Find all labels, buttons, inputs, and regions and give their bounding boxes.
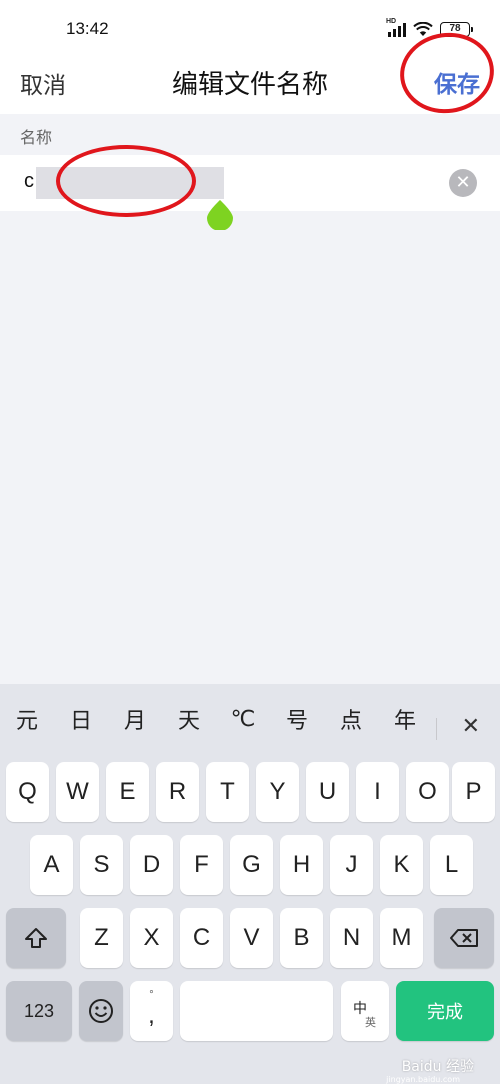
candidate-item[interactable]: 号 (270, 703, 324, 735)
candidate-item[interactable]: 年 (378, 703, 432, 735)
lang-en: 英 (365, 1017, 376, 1029)
key-u[interactable]: U (306, 762, 349, 822)
key-p[interactable]: P (452, 762, 495, 822)
name-input[interactable]: c (24, 170, 34, 193)
done-button[interactable]: 完成 (396, 981, 494, 1041)
candidate-item[interactable]: 元 (0, 703, 54, 735)
emoji-icon (89, 999, 113, 1023)
clear-icon[interactable]: ✕ (449, 169, 477, 197)
signal-icon: HD (386, 18, 406, 37)
key-m[interactable]: M (380, 908, 423, 968)
watermark: Baidu 经验 (401, 1059, 474, 1075)
key-t[interactable]: T (206, 762, 249, 822)
key-x[interactable]: X (130, 908, 173, 968)
key-b[interactable]: B (280, 908, 323, 968)
key-w[interactable]: W (56, 762, 99, 822)
backspace-key[interactable] (434, 908, 494, 968)
key-q[interactable]: Q (6, 762, 49, 822)
key-c[interactable]: C (180, 908, 223, 968)
backspace-icon (450, 929, 478, 947)
shift-icon (25, 928, 47, 948)
candidate-item[interactable]: 月 (108, 703, 162, 735)
key-y[interactable]: Y (256, 762, 299, 822)
key-k[interactable]: K (380, 835, 423, 895)
punctuation-key[interactable]: ° , (130, 981, 173, 1041)
network-type: HD (386, 18, 397, 25)
key-d[interactable]: D (130, 835, 173, 895)
language-switch-key[interactable]: 中 英 (341, 981, 389, 1041)
candidate-item[interactable]: 日 (54, 703, 108, 735)
numbers-key[interactable]: 123 (6, 981, 72, 1041)
close-icon[interactable]: ✕ (462, 714, 480, 739)
candidate-item[interactable]: 天 (162, 703, 216, 735)
candidate-divider (436, 718, 437, 740)
watermark-url: jingyan.baidu.com (386, 1075, 460, 1084)
shift-key[interactable] (6, 908, 66, 968)
key-o[interactable]: O (406, 762, 449, 822)
key-j[interactable]: J (330, 835, 373, 895)
emoji-key[interactable] (79, 981, 123, 1041)
punctuation-alt: ° (149, 989, 154, 1001)
key-r[interactable]: R (156, 762, 199, 822)
status-time: 13:42 (66, 19, 109, 38)
key-g[interactable]: G (230, 835, 273, 895)
punctuation-main: , (148, 1002, 155, 1029)
key-a[interactable]: A (30, 835, 73, 895)
key-h[interactable]: H (280, 835, 323, 895)
space-key[interactable] (180, 981, 333, 1041)
key-e[interactable]: E (106, 762, 149, 822)
candidate-bar: 元 日 月 天 ℃ 号 点 年 (0, 684, 500, 754)
key-v[interactable]: V (230, 908, 273, 968)
key-n[interactable]: N (330, 908, 373, 968)
key-s[interactable]: S (80, 835, 123, 895)
key-z[interactable]: Z (80, 908, 123, 968)
cursor-handle-icon[interactable] (207, 200, 233, 230)
candidate-item[interactable]: 点 (324, 703, 378, 735)
key-f[interactable]: F (180, 835, 223, 895)
key-i[interactable]: I (356, 762, 399, 822)
annotation-circle-name (56, 145, 196, 217)
name-field-label: 名称 (20, 128, 53, 147)
key-l[interactable]: L (430, 835, 473, 895)
keyboard: 元 日 月 天 ℃ 号 点 年 ✕ Q W E R T Y U I O P A … (0, 684, 500, 1084)
wifi-icon (413, 21, 433, 37)
candidate-item[interactable]: ℃ (216, 707, 270, 732)
